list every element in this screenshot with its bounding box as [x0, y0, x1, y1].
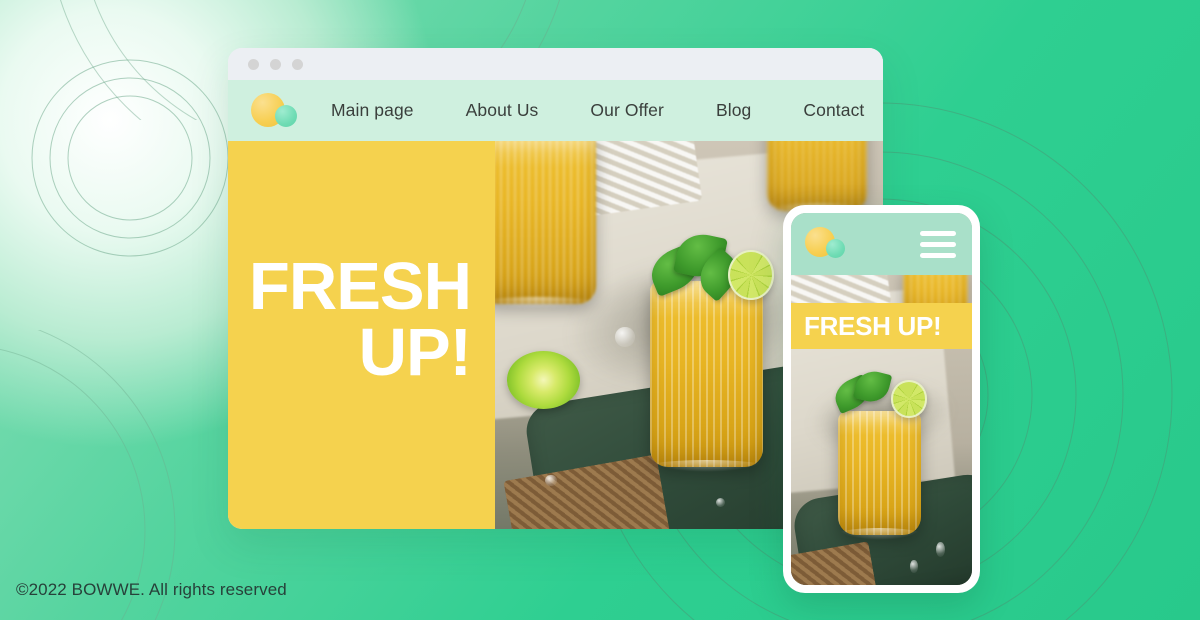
- decorative-arc-bottom-left: [0, 330, 176, 620]
- copyright-text: ©2022 BOWWE. All rights reserved: [16, 580, 287, 599]
- phone-navbar: [791, 213, 972, 275]
- nav-item-our-offer[interactable]: Our Offer: [590, 100, 664, 121]
- phone-hero-headline: FRESH UP!: [804, 310, 942, 341]
- logo-circle-secondary: [275, 104, 297, 127]
- phone-logo-circle-secondary: [826, 239, 845, 258]
- photo-lime-half: [506, 350, 581, 409]
- photo-ice-cube-a: [615, 327, 635, 347]
- canvas: Main page About Us Our Offer Blog Contac…: [0, 0, 1200, 620]
- hamburger-bar-3: [920, 252, 956, 258]
- decorative-rings-left: [31, 59, 229, 257]
- maximize-dot-icon[interactable]: [292, 58, 303, 70]
- phone-screen: FRESH UP!: [791, 213, 972, 585]
- photo-glass-back-right: [766, 141, 868, 217]
- phone-photo-water-drop-a: [935, 541, 945, 558]
- browser-titlebar: [228, 48, 883, 80]
- hamburger-bar-1: [920, 230, 956, 236]
- hero-headline: FRESH UP!: [248, 249, 472, 390]
- photo-lime-slice: [727, 249, 775, 301]
- phone-photo-glass-foreground: [838, 411, 922, 541]
- photo-glass-back-left: [495, 141, 597, 309]
- minimize-dot-icon[interactable]: [270, 58, 281, 70]
- phone-photo-lime-slice: [890, 380, 927, 418]
- phone-brand-logo-icon[interactable]: [805, 227, 849, 261]
- phone-photo-water-drop-b: [910, 560, 918, 573]
- close-dot-icon[interactable]: [248, 58, 259, 70]
- photo-glass-foreground: [650, 280, 763, 473]
- nav-item-main-page[interactable]: Main page: [331, 100, 414, 121]
- brand-logo-icon[interactable]: [251, 92, 301, 130]
- site-navbar: Main page About Us Our Offer Blog Contac…: [228, 80, 883, 141]
- nav-links: Main page About Us Our Offer Blog Contac…: [331, 100, 864, 121]
- phone-hero-banner: FRESH UP!: [791, 303, 972, 349]
- nav-item-about-us[interactable]: About Us: [466, 100, 539, 121]
- nav-item-blog[interactable]: Blog: [716, 100, 751, 121]
- nav-item-contact[interactable]: Contact: [803, 100, 864, 121]
- hamburger-menu-icon[interactable]: [920, 230, 956, 258]
- hamburger-bar-2: [920, 241, 956, 247]
- hero-text-panel: FRESH UP!: [228, 141, 495, 529]
- phone-mockup: FRESH UP!: [783, 205, 980, 593]
